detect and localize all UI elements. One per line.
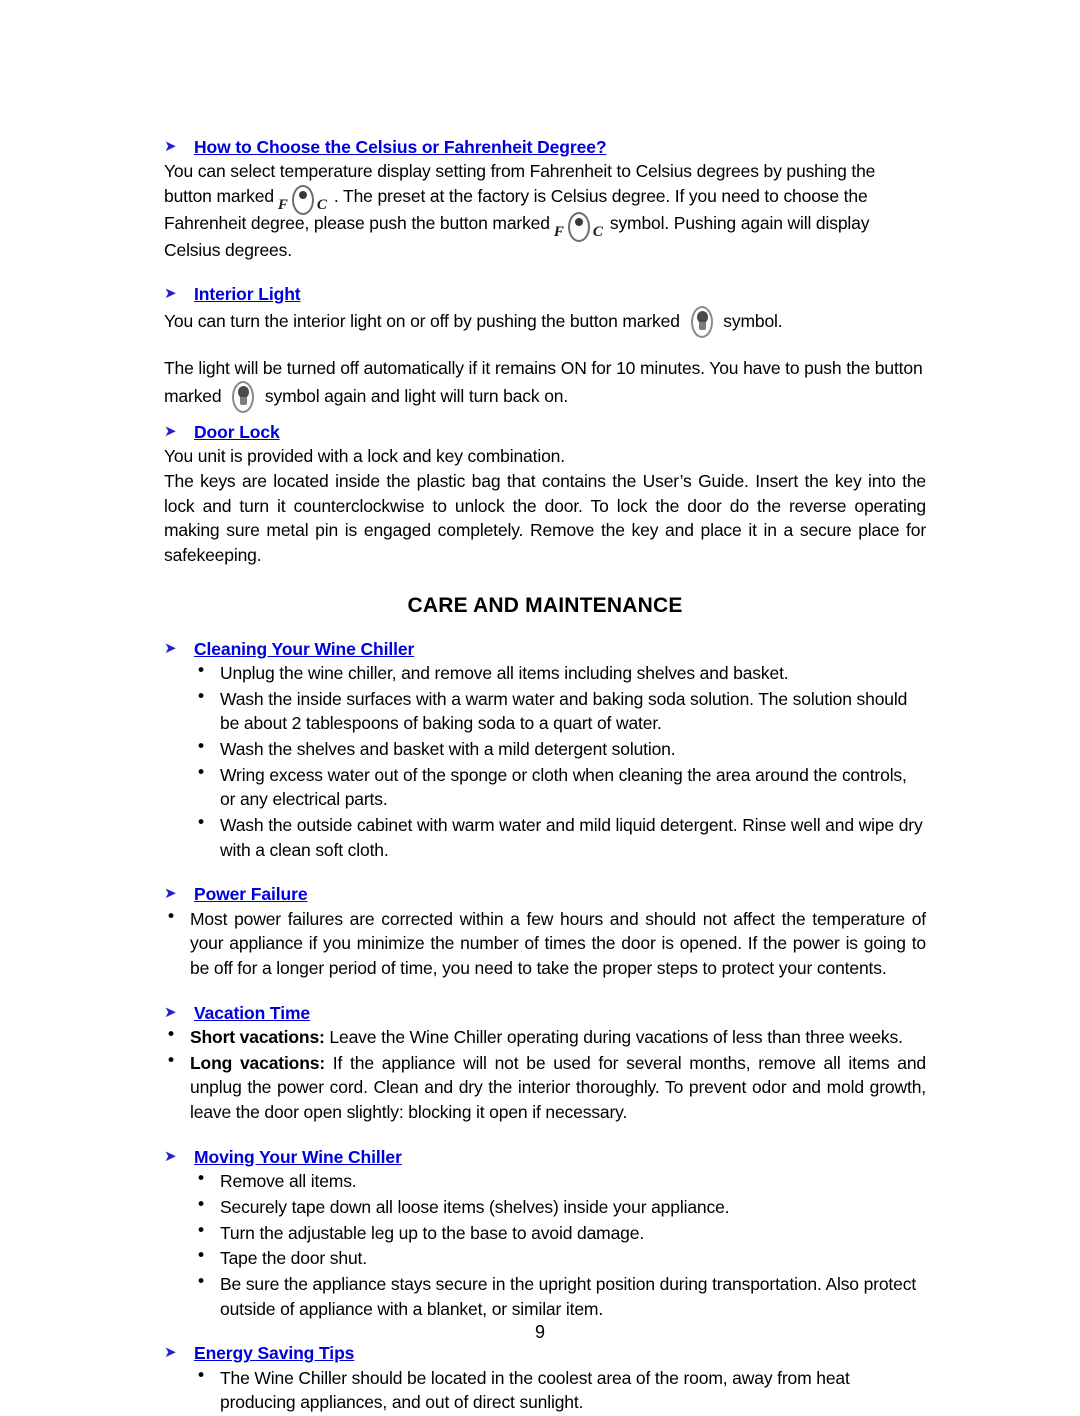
arrow-bullet-icon: ➤ [164, 1343, 177, 1362]
arrow-bullet-icon: ➤ [164, 137, 177, 155]
paragraph-door-lock-2: The keys are located inside the plastic … [164, 470, 926, 565]
heading-moving: ➤ Moving Your Wine Chiller [164, 1146, 926, 1168]
heading-celsius-fahrenheit-label: How to Choose the Celsius or Fahrenheit … [194, 137, 607, 157]
heading-vacation-time-label: Vacation Time [194, 1002, 311, 1023]
list-item: Most power failures are corrected within… [164, 906, 926, 981]
list-item: Be sure the appliance stays secure in th… [164, 1271, 926, 1321]
list-item: Wring excess water out of the sponge or … [164, 762, 926, 812]
list-moving: Remove all items. Securely tape down all… [164, 1168, 926, 1321]
list-energy-saving: The Wine Chiller should be located in th… [164, 1365, 926, 1415]
paragraph-door-lock-1: You unit is provided with a lock and key… [164, 446, 565, 467]
heading-power-failure-label: Power Failure [194, 884, 308, 905]
arrow-bullet-icon: ➤ [164, 1146, 177, 1165]
heading-interior-light: ➤ Interior Light [164, 283, 926, 305]
heading-interior-light-label: Interior Light [194, 283, 301, 304]
paragraph-celsius-fahrenheit: You can select temperature display setti… [164, 159, 926, 262]
light-bulb-icon [687, 306, 717, 339]
list-item: Long vacations: If the appliance will no… [164, 1050, 926, 1125]
list-item-label: Short vacations: [190, 1027, 325, 1048]
paragraph-interior-light-2-part2: symbol again and light will turn back on… [264, 385, 569, 406]
fc-ring-shape [291, 185, 314, 216]
celsius-letter: C [592, 224, 603, 241]
heading-power-failure: ➤ Power Failure [164, 883, 926, 905]
bulb-base-shape [698, 322, 706, 331]
heading-moving-label: Moving Your Wine Chiller [194, 1146, 402, 1167]
list-item: Unplug the wine chiller, and remove all … [164, 660, 926, 686]
arrow-bullet-icon: ➤ [164, 283, 177, 302]
page-number: 9 [534, 1322, 545, 1342]
section-title-care-and-maintenance: CARE AND MAINTENANCE [407, 593, 683, 617]
bulb-glass-shape [238, 385, 250, 398]
fahrenheit-letter: F [553, 224, 564, 241]
fc-ring-shape [567, 212, 590, 243]
heading-energy-saving-label: Energy Saving Tips [194, 1343, 355, 1364]
light-bulb-icon [228, 380, 258, 413]
list-item: Wash the inside surfaces with a warm wat… [164, 686, 926, 736]
heading-cleaning: ➤ Cleaning Your Wine Chiller [164, 638, 926, 660]
list-item: Wash the shelves and basket with a mild … [164, 736, 926, 762]
heading-celsius-fahrenheit: ➤ How to Choose the Celsius or Fahrenhei… [164, 136, 926, 158]
fc-dot-shape [574, 218, 583, 227]
arrow-bullet-icon: ➤ [164, 421, 177, 440]
fahrenheit-celsius-icon: FC [275, 185, 333, 216]
page-content: ➤ How to Choose the Celsius or Fahrenhei… [164, 136, 926, 1416]
list-item-label: Long vacations: [190, 1052, 326, 1073]
heading-vacation-time: ➤ Vacation Time [164, 1002, 926, 1024]
heading-door-lock-label: Door Lock [194, 421, 280, 442]
list-power-failure: Most power failures are corrected within… [164, 906, 926, 981]
list-cleaning: Unplug the wine chiller, and remove all … [164, 660, 926, 862]
list-item: The Wine Chiller should be located in th… [164, 1365, 926, 1415]
fc-dot-shape [298, 191, 307, 200]
heading-energy-saving: ➤ Energy Saving Tips [164, 1342, 926, 1364]
paragraph-interior-light-1-part2: symbol. [723, 311, 783, 332]
arrow-bullet-icon: ➤ [164, 884, 177, 903]
arrow-bullet-icon: ➤ [164, 1002, 177, 1021]
list-item: Wash the outside cabinet with warm water… [164, 812, 926, 862]
document-page: ➤ How to Choose the Celsius or Fahrenhei… [0, 0, 1080, 1412]
list-item: Tape the door shut. [164, 1245, 926, 1271]
celsius-letter: C [316, 197, 327, 214]
list-item-text: Leave the Wine Chiller operating during … [324, 1027, 903, 1048]
fahrenheit-letter: F [277, 197, 288, 214]
paragraph-interior-light-1: You can turn the interior light on or of… [164, 306, 926, 339]
paragraph-interior-light-1-part1: You can turn the interior light on or of… [164, 311, 680, 332]
bulb-base-shape [240, 396, 248, 405]
list-item: Remove all items. [164, 1168, 926, 1194]
heading-door-lock: ➤ Door Lock [164, 421, 926, 443]
fahrenheit-celsius-icon: FC [551, 212, 609, 243]
list-item: Turn the adjustable leg up to the base t… [164, 1220, 926, 1246]
list-vacation-time: Short vacations: Leave the Wine Chiller … [164, 1024, 926, 1125]
list-item: Securely tape down all loose items (shel… [164, 1194, 926, 1220]
heading-cleaning-label: Cleaning Your Wine Chiller [194, 638, 415, 659]
paragraph-interior-light-2: The light will be turned off automatical… [164, 356, 926, 413]
arrow-bullet-icon: ➤ [164, 638, 177, 657]
list-item: Short vacations: Leave the Wine Chiller … [164, 1024, 926, 1050]
